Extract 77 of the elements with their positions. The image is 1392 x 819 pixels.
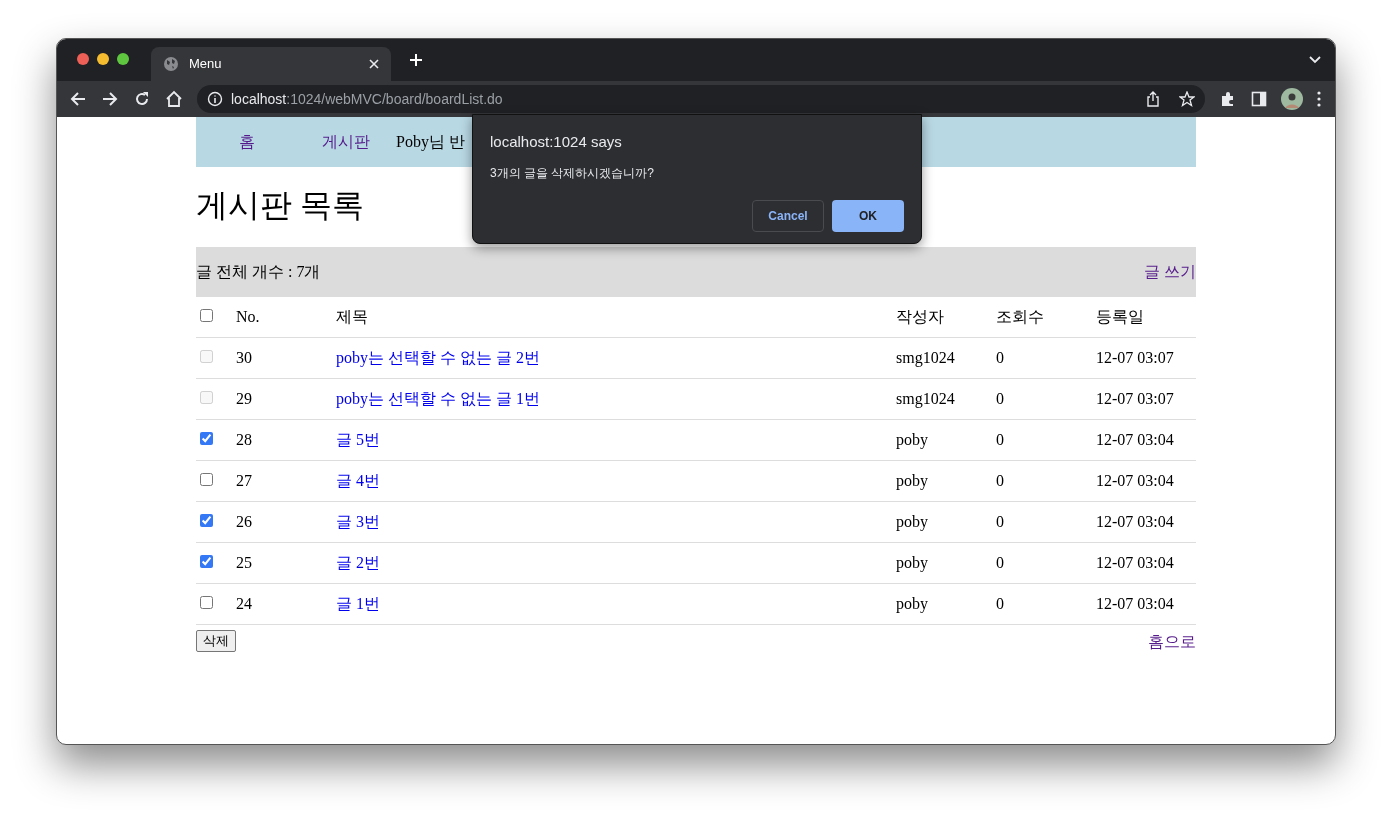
welcome-text: Poby님 반 [396, 132, 465, 153]
chevron-down-icon[interactable] [1309, 56, 1321, 64]
table-cell: poby [896, 554, 928, 571]
table-cell: 0 [996, 513, 1004, 530]
table-cell: 25 [236, 554, 252, 571]
table-cell: 0 [996, 554, 1004, 571]
table-cell: 12-07 03:04 [1096, 513, 1174, 530]
browser-tab[interactable]: Menu [151, 47, 391, 81]
table-cell: 0 [996, 349, 1004, 366]
table-cell: poby [896, 595, 928, 612]
home-link[interactable]: 홈으로 [1148, 630, 1196, 654]
info-icon[interactable] [207, 91, 223, 107]
close-tab-icon[interactable] [369, 59, 379, 69]
table-cell: 29 [236, 390, 252, 407]
table-cell: smg1024 [896, 390, 955, 407]
table-cell: 12-07 03:07 [1096, 390, 1174, 407]
post-title-link[interactable]: 글 1번 [336, 595, 380, 612]
address-bar[interactable]: localhost:1024/webMVC/board/boardList.do [197, 85, 1205, 113]
post-title-link[interactable]: 글 2번 [336, 554, 380, 571]
column-header: 제목 [336, 308, 368, 325]
delete-button[interactable]: 삭제 [196, 630, 236, 652]
forward-icon[interactable] [101, 90, 119, 108]
ok-button[interactable]: OK [832, 199, 904, 232]
table-cell: 12-07 03:04 [1096, 431, 1174, 448]
table-cell: 12-07 03:04 [1096, 472, 1174, 489]
table-cell: 24 [236, 595, 252, 612]
post-title-link[interactable]: 글 4번 [336, 472, 380, 489]
table-cell: 0 [996, 472, 1004, 489]
table-cell: 30 [236, 349, 252, 366]
table-cell: 12-07 03:04 [1096, 554, 1174, 571]
star-icon[interactable] [1179, 91, 1195, 107]
column-header: No. [236, 308, 260, 325]
nav-link[interactable]: 게시판 [322, 130, 370, 154]
reload-icon[interactable] [133, 90, 151, 108]
checkbox[interactable] [200, 514, 213, 527]
checkbox[interactable] [200, 309, 213, 322]
table-cell: 12-07 03:07 [1096, 349, 1174, 366]
sidebar-icon[interactable] [1251, 91, 1267, 107]
table-cell: 26 [236, 513, 252, 530]
tab-title: Menu [189, 55, 223, 74]
more-icon[interactable] [1317, 91, 1321, 107]
checkbox[interactable] [200, 473, 213, 486]
dialog-title: localhost:1024 says [490, 132, 623, 152]
maximize-window-icon[interactable] [117, 53, 129, 65]
avatar-icon[interactable] [1281, 88, 1303, 110]
back-icon[interactable] [69, 90, 87, 108]
table-cell: poby [896, 431, 928, 448]
globe-icon [163, 56, 179, 72]
minimize-window-icon[interactable] [97, 53, 109, 65]
share-icon[interactable] [1145, 91, 1161, 107]
column-header: 작성자 [896, 308, 944, 325]
post-count: 글 전체 개수 : 7개 [196, 262, 321, 282]
table-cell: poby [896, 513, 928, 530]
column-header: 조회수 [996, 308, 1044, 325]
table-cell: 27 [236, 472, 252, 489]
post-title-link[interactable]: 글 3번 [336, 513, 380, 530]
table-cell: 0 [996, 390, 1004, 407]
table-cell: poby [896, 472, 928, 489]
column-header: 등록일 [1096, 308, 1144, 325]
table-cell: smg1024 [896, 349, 955, 366]
cancel-button[interactable]: Cancel [752, 199, 824, 232]
nav-link[interactable]: 홈 [239, 130, 255, 154]
post-title-link[interactable]: 글 5번 [336, 431, 380, 448]
home-icon[interactable] [165, 90, 183, 108]
checkbox[interactable] [200, 555, 213, 568]
table-cell: 0 [996, 595, 1004, 612]
page-heading: 게시판 목록 [196, 186, 364, 225]
table-cell: 28 [236, 431, 252, 448]
table-cell: 0 [996, 431, 1004, 448]
url-text: localhost:1024/webMVC/board/boardList.do [231, 89, 504, 109]
checkbox[interactable] [200, 596, 213, 609]
write-link[interactable]: 글 쓰기 [1144, 260, 1196, 284]
table-cell: 12-07 03:04 [1096, 595, 1174, 612]
checkbox[interactable] [200, 432, 213, 445]
new-tab-icon[interactable] [409, 53, 423, 67]
dialog-message: 3개의 글을 삭제하시겠습니까? [490, 164, 655, 182]
close-window-icon[interactable] [77, 53, 89, 65]
